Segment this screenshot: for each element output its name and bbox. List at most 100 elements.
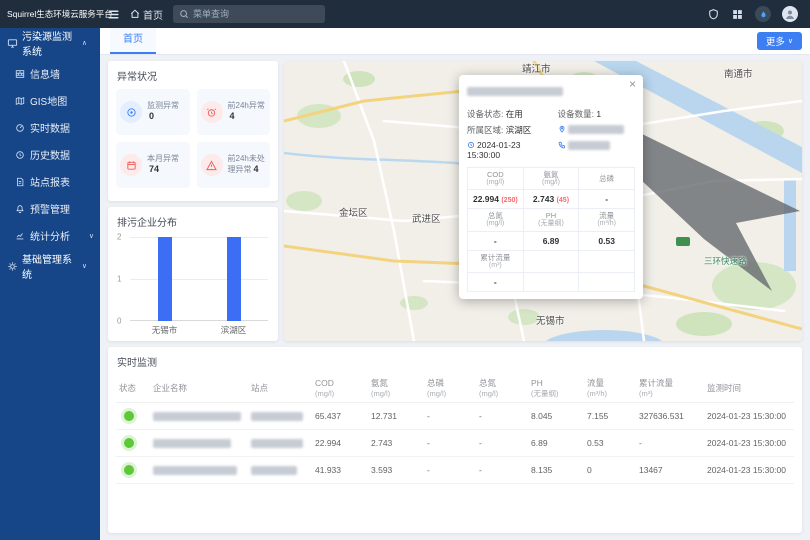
y-tick: 1 (117, 275, 121, 284)
cell-nh3n: 3.593 (368, 457, 424, 484)
tab-home[interactable]: 首页 (110, 28, 156, 54)
stat-value: 0 (149, 111, 154, 121)
sidebar-item-label: 站点报表 (30, 174, 70, 189)
sidebar-item-label: 统计分析 (30, 228, 70, 243)
x-tick: 无锡市 (130, 324, 199, 336)
table-header-row: 状态 企业名称 站点 COD(mg/l) 氨氮(mg/l) 总磷(mg/l) 总… (116, 374, 794, 403)
menu-search-box[interactable] (173, 5, 325, 23)
chevron-down-icon: ∨ (788, 37, 793, 45)
stat-last24h-abnormal[interactable]: 前24h异常4 (197, 89, 271, 135)
clock-icon (467, 141, 475, 149)
sidebar-item-label: 信息墙 (30, 66, 60, 81)
sidebar-item-history-data[interactable]: 历史数据 (0, 141, 100, 168)
x-axis-labels: 无锡市 滨湖区 (130, 324, 268, 336)
sidebar-item-info-wall[interactable]: 信息墙 (0, 60, 100, 87)
cell-ph: 8.135 (528, 457, 584, 484)
home-icon (130, 9, 140, 19)
cell-tn: - (476, 457, 528, 484)
cell-flow: 0.53 (584, 430, 636, 457)
stat-month-abnormal[interactable]: 本月异常74 (116, 142, 190, 188)
realtime-table: 状态 企业名称 站点 COD(mg/l) 氨氮(mg/l) 总磷(mg/l) 总… (116, 374, 794, 484)
redacted-phone (568, 141, 610, 150)
app-logo: Squirrel生态环境云服务平台 (0, 8, 100, 20)
sidebar-item-gis-map[interactable]: GIS地图 (0, 87, 100, 114)
device-status-label: 设备状态: (467, 109, 503, 119)
breadcrumb-home[interactable]: 首页 (130, 7, 163, 22)
close-icon[interactable]: × (629, 78, 636, 90)
document-icon (15, 177, 25, 187)
bar-chart: 2 1 0 (130, 237, 268, 321)
status-dot-online (124, 465, 134, 475)
cell-time: 2024-01-23 15:30:00 (704, 403, 794, 430)
popup-metrics-table: COD(mg/l) 氨氮(mg/l) 总磷 22.994 (250) 2.743… (467, 167, 635, 292)
cell-tp: - (424, 430, 476, 457)
redacted-station-name (251, 466, 297, 475)
stat-value: 4 (254, 164, 259, 174)
stat-value: 4 (230, 111, 235, 121)
shield-badge-icon[interactable] (707, 8, 720, 21)
sidebar-section-pollution-monitor[interactable]: 污染源监测系统 ∧ (0, 28, 100, 58)
sidebar-item-station-report[interactable]: 站点报表 (0, 168, 100, 195)
status-dot-online (124, 411, 134, 421)
table-row[interactable]: 22.994 2.743 - - 6.89 0.53 - 2024-01-23 … (116, 430, 794, 457)
chevron-down-icon: ∨ (89, 232, 94, 240)
menu-search-input[interactable] (193, 9, 319, 19)
bar-wuxi (158, 237, 172, 321)
redacted-company-name (153, 412, 241, 421)
hamburger-menu-icon[interactable] (100, 8, 126, 21)
line-chart-icon (15, 231, 25, 241)
water-drop-icon[interactable] (755, 6, 771, 22)
stat-label: 监测异常 (147, 101, 179, 110)
apps-grid-icon[interactable] (731, 8, 744, 21)
cell-tp: - (424, 403, 476, 430)
search-icon (179, 9, 189, 19)
cell-total-flow: 327636.531 (636, 403, 704, 430)
cell-flow: 0 (584, 457, 636, 484)
gauge-icon (15, 123, 25, 133)
redacted-company-name (153, 439, 231, 448)
bar-binhu (227, 237, 241, 321)
chart-title: 排污企业分布 (108, 207, 278, 233)
axis-baseline (130, 320, 268, 321)
target-icon (120, 101, 142, 123)
redacted-company-name (467, 87, 563, 96)
cell-tn: - (476, 430, 528, 457)
sidebar-section-basic-management[interactable]: 基础管理系统 ∨ (0, 251, 100, 281)
app-root: Squirrel生态环境云服务平台 首页 污染源监测系统 ∧ (0, 0, 810, 540)
stat-label: 本月异常 (147, 154, 179, 163)
more-button[interactable]: 更多 ∨ (757, 32, 802, 50)
sidebar-item-alert-management[interactable]: 预警管理 (0, 195, 100, 222)
cell-tn: - (476, 403, 528, 430)
sidebar-item-realtime-data[interactable]: 实时数据 (0, 114, 100, 141)
abnormal-card-title: 异常状况 (108, 61, 278, 87)
realtime-monitor-card: 实时监测 状态 企业名称 站点 COD(mg/l) 氨氮(mg/l) 总磷(mg… (108, 347, 802, 533)
user-avatar[interactable] (782, 6, 798, 22)
sidebar-item-stat-analysis[interactable]: 统计分析 ∨ (0, 222, 100, 249)
cell-flow: 7.155 (584, 403, 636, 430)
bell-icon (15, 204, 25, 214)
redacted-company-name (153, 466, 237, 475)
stat-value: 74 (149, 164, 159, 174)
wall-icon (15, 69, 25, 79)
topbar-actions (707, 6, 810, 22)
table-row[interactable]: 41.933 3.593 - - 8.135 0 13467 2024-01-2… (116, 457, 794, 484)
monitor-icon (7, 38, 18, 49)
sidebar-section-label: 污染源监测系统 (22, 28, 78, 58)
gridline (130, 279, 268, 280)
table-row[interactable]: 65.437 12.731 - - 8.045 7.155 327636.531… (116, 403, 794, 430)
enterprise-distribution-card: 排污企业分布 2 1 0 无锡市 滨湖区 (108, 207, 278, 341)
location-pin-icon (558, 125, 566, 133)
redacted-address (568, 125, 624, 134)
redacted-station-name (251, 412, 303, 421)
abnormal-status-card: 异常状况 监测异常0 前24h异常4 (108, 61, 278, 201)
stat-monitor-abnormal[interactable]: 监测异常0 (116, 89, 190, 135)
device-status-value: 在用 (506, 109, 523, 119)
stat-unhandled-abnormal[interactable]: 前24h未处理异常4 (197, 142, 271, 188)
clock-icon (15, 150, 25, 160)
cell-ph: 6.89 (528, 430, 584, 457)
sidebar-item-label: GIS地图 (30, 93, 67, 108)
gis-map[interactable]: 南通市 靖江市 常州市 金坛区 武进区 无锡市 三环快速路 × 设备状态: 在用… (284, 61, 802, 341)
region-label: 所属区域: (467, 125, 503, 135)
sidebar-item-label: 实时数据 (30, 120, 70, 135)
cell-total-flow: - (636, 430, 704, 457)
